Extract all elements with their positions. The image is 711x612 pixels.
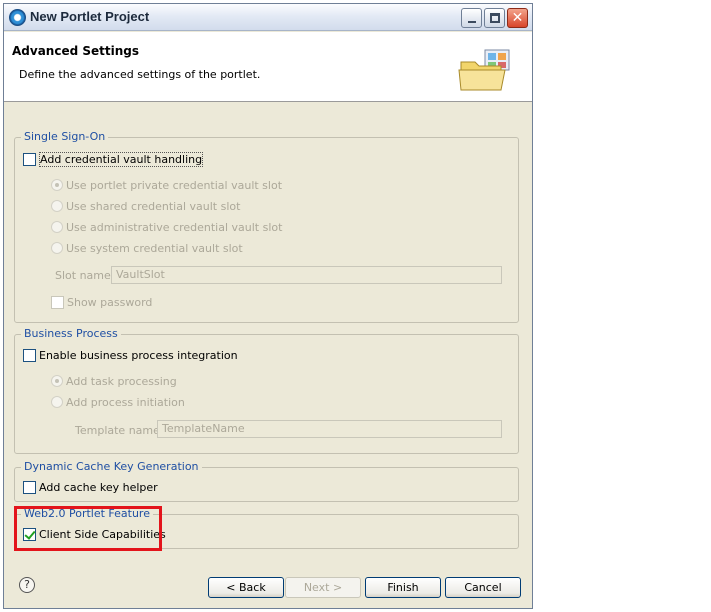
title-bar[interactable]: New Portlet Project ✕ [4,4,532,31]
radio-task-processing[interactable]: Add task processing [51,375,177,388]
checkbox-box[interactable] [23,349,36,362]
checkbox-box[interactable] [23,153,36,166]
minimize-icon [468,21,476,23]
template-name-field[interactable]: TemplateName [157,420,502,438]
cache-key-helper-checkbox[interactable]: Add cache key helper [23,481,158,494]
slot-name-label: Slot name: [55,269,115,282]
maximize-icon [490,13,500,23]
radio-button[interactable] [51,396,63,408]
radio-button[interactable] [51,221,63,233]
radio-button[interactable] [51,375,63,387]
radio-button[interactable] [51,200,63,212]
radio-button[interactable] [51,242,63,254]
window-title: New Portlet Project [30,9,150,24]
slot-name-field[interactable]: VaultSlot [111,266,502,284]
cancel-button[interactable]: Cancel [445,577,521,598]
highlight-box [14,506,162,551]
app-icon [9,9,26,26]
finish-button[interactable]: Finish [365,577,441,598]
single-sign-on-title: Single Sign-On [21,130,109,143]
page-title: Advanced Settings [12,44,140,58]
folder-banner-icon [458,49,510,91]
radio-shared-slot-label: Use shared credential vault slot [66,200,241,213]
maximize-button[interactable] [484,8,505,28]
dynamic-cache-title: Dynamic Cache Key Generation [21,460,202,473]
radio-system-slot[interactable]: Use system credential vault slot [51,242,243,255]
close-icon: ✕ [511,10,524,26]
radio-system-slot-label: Use system credential vault slot [66,242,243,255]
single-sign-on-group: Single Sign-On Add credential vault hand… [14,130,519,323]
radio-administrative-slot-label: Use administrative credential vault slot [66,221,283,234]
business-process-checkbox[interactable]: Enable business process integration [23,349,238,362]
show-password-label: Show password [67,296,153,309]
cache-key-helper-label: Add cache key helper [39,481,158,494]
radio-shared-slot[interactable]: Use shared credential vault slot [51,200,240,213]
radio-private-slot[interactable]: Use portlet private credential vault slo… [51,179,282,192]
credential-vault-label: Add credential vault handling [39,152,204,167]
business-process-group: Business Process Enable business process… [14,327,519,454]
next-button[interactable]: Next > [285,577,361,598]
show-password-checkbox[interactable]: Show password [51,296,152,309]
radio-button[interactable] [51,179,63,191]
dynamic-cache-group: Dynamic Cache Key Generation Add cache k… [14,460,519,502]
business-process-title: Business Process [21,327,121,340]
credential-vault-checkbox[interactable]: Add credential vault handling [23,152,204,167]
checkbox-box[interactable] [23,481,36,494]
new-portlet-project-dialog: New Portlet Project ✕ Advanced Settings … [3,3,533,609]
business-process-label: Enable business process integration [39,349,238,362]
template-name-label: Template name: [75,424,164,437]
radio-process-initiation-label: Add process initiation [66,396,185,409]
page-description: Define the advanced settings of the port… [19,68,261,81]
wizard-header: Advanced Settings Define the advanced se… [4,32,532,102]
back-button[interactable]: < Back [208,577,284,598]
radio-process-initiation[interactable]: Add process initiation [51,396,185,409]
minimize-button[interactable] [461,8,482,28]
help-icon[interactable]: ? [19,577,35,593]
radio-task-processing-label: Add task processing [66,375,177,388]
radio-private-slot-label: Use portlet private credential vault slo… [66,179,283,192]
close-button[interactable]: ✕ [507,8,528,28]
radio-administrative-slot[interactable]: Use administrative credential vault slot [51,221,282,234]
checkbox-box[interactable] [51,296,64,309]
